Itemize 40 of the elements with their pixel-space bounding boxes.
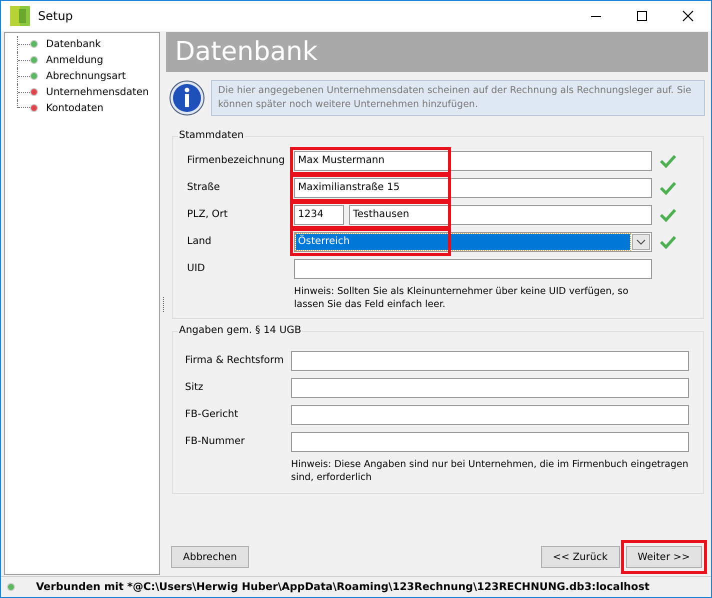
window-title: Setup bbox=[38, 9, 73, 23]
field-label: Straße bbox=[187, 182, 221, 193]
input-field[interactable]: Maximilianstraße 15 bbox=[294, 178, 652, 198]
field-label: FB-Gericht bbox=[185, 409, 240, 420]
status-text: Verbunden mit *@C:\Users\Herwig Huber\AppData\Roaming\123Rechnung\123RECHNUNG.db3:localhost bbox=[36, 581, 650, 593]
tree-item[interactable]: Unternehmensdaten bbox=[46, 86, 149, 98]
group-title: Angaben gem. § 14 UGB bbox=[178, 325, 302, 336]
tree-item[interactable]: Anmeldung bbox=[46, 54, 104, 66]
field-label: Firmenbezeichnung bbox=[187, 155, 286, 166]
close-icon bbox=[682, 10, 694, 22]
field-label: Sitz bbox=[185, 382, 204, 393]
field-label: PLZ, Ort bbox=[187, 209, 229, 220]
field-label: FB-Nummer bbox=[185, 436, 246, 447]
dropdown[interactable]: Österreich bbox=[294, 232, 652, 252]
input-field[interactable] bbox=[291, 404, 689, 424]
field-label: Land bbox=[187, 236, 212, 247]
input-field[interactable] bbox=[291, 350, 689, 370]
input-field[interactable]: Testhausen bbox=[349, 204, 652, 224]
group-title: Stammdaten bbox=[178, 130, 245, 141]
info-icon bbox=[169, 80, 205, 116]
field-label: Firma & Rechtsform bbox=[185, 355, 285, 366]
hint-text: Hinweis: Diese Angaben sind nur bei Unternehmen, die im Firmenbuch eingetragen sind, erforderlich bbox=[291, 458, 690, 484]
field-label: UID bbox=[187, 263, 206, 274]
input-field[interactable] bbox=[294, 258, 652, 278]
dialog-button[interactable]: << Zurück bbox=[540, 546, 620, 568]
page-title: Datenbank bbox=[166, 32, 708, 72]
app-icon bbox=[10, 6, 30, 26]
input-field[interactable]: 1234 bbox=[294, 204, 344, 224]
tree-item[interactable]: Datenbank bbox=[46, 38, 101, 50]
maximize-icon bbox=[636, 10, 648, 22]
input-field[interactable] bbox=[291, 432, 689, 452]
input-field[interactable] bbox=[291, 378, 689, 398]
info-message: Die hier angegebenen Unternehmensdaten scheinen auf der Rechnung als Rechnungsleger auf. Sie können später noch weitere Unternehmen hinzufügen. bbox=[211, 80, 705, 116]
tree-item[interactable]: Kontodaten bbox=[46, 102, 104, 114]
input-field[interactable]: Max Mustermann bbox=[294, 150, 652, 170]
tree-item[interactable]: Abrechnungsart bbox=[46, 70, 126, 82]
caret-icon bbox=[636, 238, 646, 244]
dialog-button[interactable]: Weiter >> bbox=[626, 546, 702, 568]
hint-text: Hinweis: Sollten Sie als Kleinunternehmer über keine UID verfügen, so lassen Sie das Feld einfach leer. bbox=[294, 285, 630, 311]
dialog-button[interactable]: Abbrechen bbox=[171, 546, 249, 568]
